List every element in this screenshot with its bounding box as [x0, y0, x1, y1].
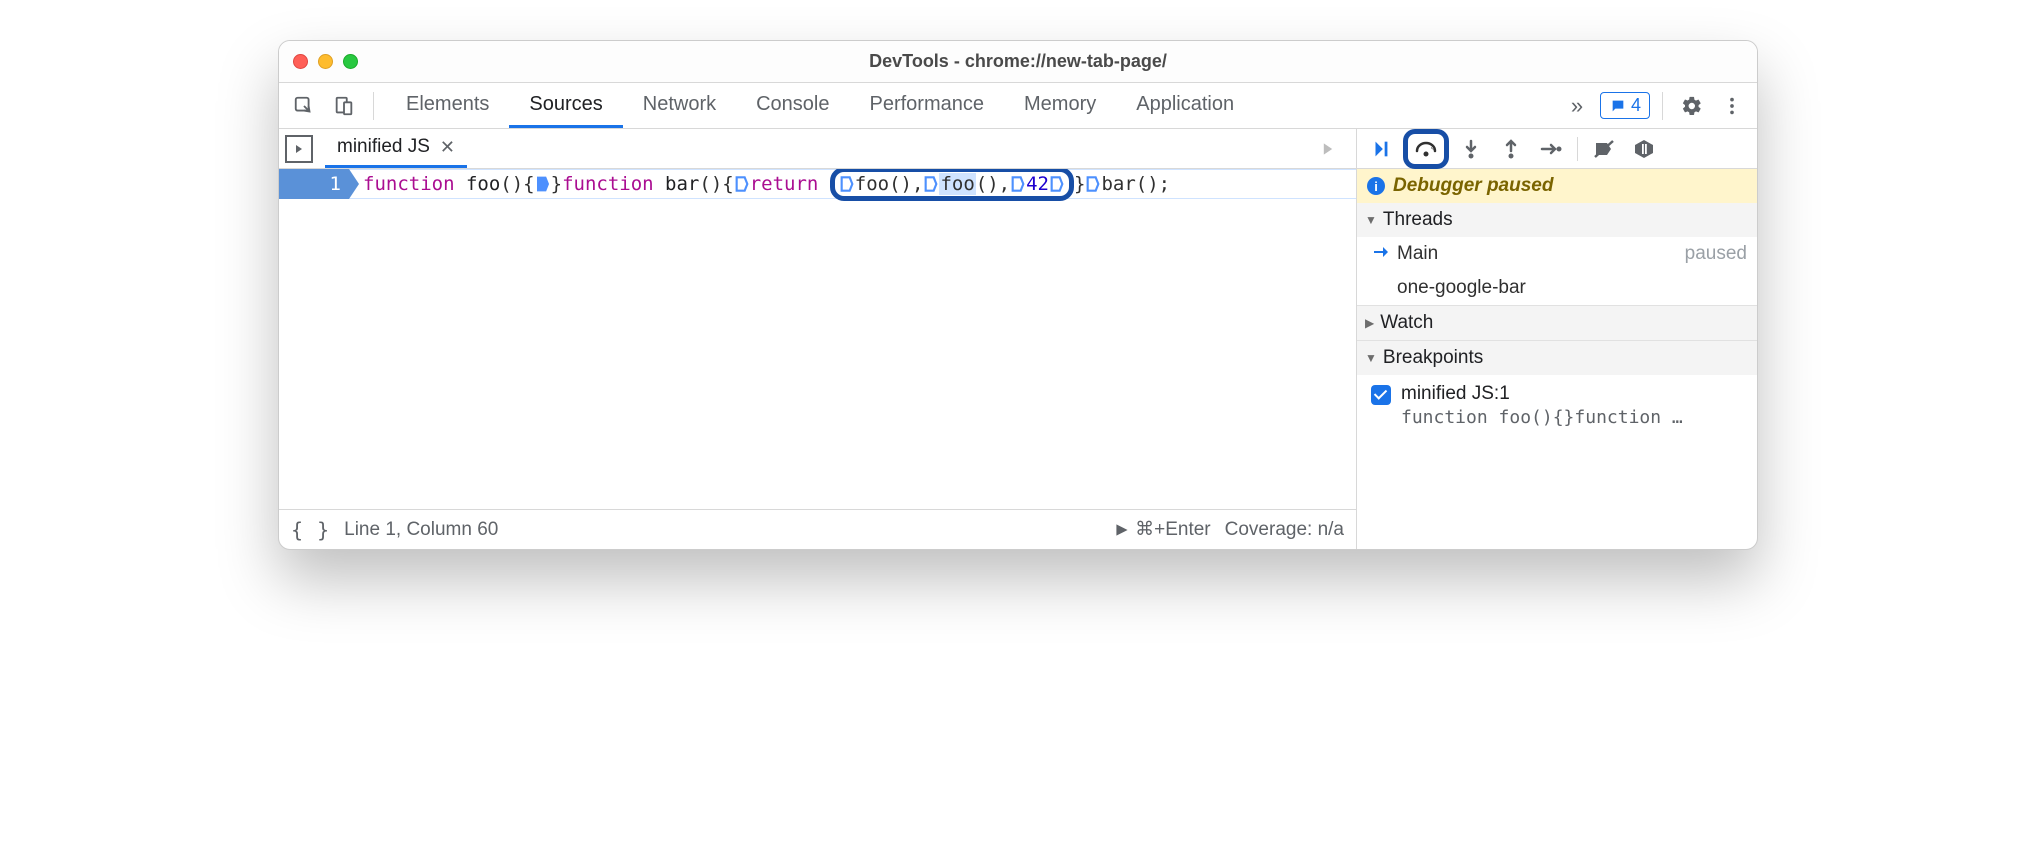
chevron-right-icon: ▶ — [1365, 316, 1374, 330]
navigator-toggle-icon[interactable] — [285, 135, 313, 163]
paused-message: Debugger paused — [1393, 175, 1553, 197]
zoom-window-button[interactable] — [343, 54, 358, 69]
coverage-status: Coverage: n/a — [1225, 519, 1344, 541]
tab-memory[interactable]: Memory — [1004, 83, 1116, 128]
keyword-function: function — [562, 173, 654, 195]
debugger-panel: i Debugger paused ▼ Threads Main paused — [1357, 129, 1757, 549]
tab-elements[interactable]: Elements — [386, 83, 509, 128]
settings-icon[interactable] — [1675, 89, 1709, 123]
tab-console[interactable]: Console — [736, 83, 849, 128]
tab-network[interactable]: Network — [623, 83, 736, 128]
step-marker-icon — [536, 176, 550, 192]
watch-header[interactable]: ▶ Watch — [1357, 306, 1757, 340]
step-marker-icon — [735, 176, 749, 192]
step-marker-icon — [840, 176, 854, 192]
step-marker-icon — [1086, 176, 1100, 192]
debugger-paused-banner: i Debugger paused — [1357, 169, 1757, 203]
threads-section: ▼ Threads Main paused one-google-bar — [1357, 203, 1757, 306]
step-over-button[interactable] — [1403, 129, 1449, 169]
watch-section: ▶ Watch — [1357, 306, 1757, 341]
minimize-window-button[interactable] — [318, 54, 333, 69]
keyword-function: function — [363, 173, 455, 195]
sources-panel: minified JS ✕ 1 function foo(){}function… — [279, 129, 1357, 549]
code-content[interactable]: function foo(){}function bar(){return fo… — [349, 169, 1356, 199]
active-thread-icon — [1373, 243, 1391, 265]
window-title: DevTools - chrome://new-tab-page/ — [279, 51, 1757, 72]
tab-performance[interactable]: Performance — [850, 83, 1005, 128]
messages-count: 4 — [1631, 95, 1641, 116]
chevron-down-icon: ▼ — [1365, 213, 1377, 227]
return-expression-highlight: foo(),foo(),42 — [830, 169, 1074, 201]
more-tabs-icon[interactable]: » — [1560, 89, 1594, 123]
thread-one-google-bar[interactable]: one-google-bar — [1357, 271, 1757, 305]
traffic-lights — [293, 54, 358, 69]
kebab-icon[interactable] — [1715, 89, 1749, 123]
step-marker-icon — [924, 176, 938, 192]
close-icon[interactable]: ✕ — [440, 137, 455, 158]
step-marker-icon — [1050, 176, 1064, 192]
console-messages-badge[interactable]: 4 — [1600, 92, 1650, 119]
divider — [373, 92, 374, 120]
pretty-print-button[interactable]: { } — [291, 518, 330, 542]
step-into-button[interactable] — [1453, 133, 1489, 165]
divider — [1662, 92, 1663, 120]
close-window-button[interactable] — [293, 54, 308, 69]
threads-header[interactable]: ▼ Threads — [1357, 203, 1757, 237]
chevron-down-icon: ▼ — [1365, 351, 1377, 365]
breakpoints-header[interactable]: ▼ Breakpoints — [1357, 341, 1757, 375]
breakpoint-label: minified JS:1 — [1401, 383, 1683, 405]
device-toggle-icon[interactable] — [327, 89, 361, 123]
thread-main[interactable]: Main paused — [1357, 237, 1757, 271]
step-marker-icon — [1011, 176, 1025, 192]
divider — [1577, 137, 1578, 161]
breakpoints-section: ▼ Breakpoints minified JS:1 function foo… — [1357, 341, 1757, 436]
inspect-icon[interactable] — [287, 89, 321, 123]
fn-name: bar — [665, 173, 699, 195]
tab-sources[interactable]: Sources — [509, 83, 622, 128]
fn-name: foo — [466, 173, 500, 195]
step-button[interactable] — [1533, 133, 1569, 165]
breakpoint-checkbox[interactable] — [1371, 385, 1391, 405]
content-area: minified JS ✕ 1 function foo(){}function… — [279, 129, 1757, 549]
current-call-highlight: foo — [939, 173, 975, 195]
file-tabs-row: minified JS ✕ — [279, 129, 1356, 169]
cursor-position: Line 1, Column 60 — [344, 519, 498, 541]
number-literal: 42 — [1026, 173, 1049, 195]
editor-status-bar: { } Line 1, Column 60 ⌘+Enter Coverage: … — [279, 509, 1356, 549]
breakpoint-item[interactable]: minified JS:1 function foo(){}function … — [1357, 375, 1757, 436]
more-file-options-icon[interactable] — [1314, 135, 1342, 163]
play-icon — [1115, 523, 1129, 537]
code-editor[interactable]: 1 function foo(){}function bar(){return … — [279, 169, 1356, 509]
titlebar: DevTools - chrome://new-tab-page/ — [279, 41, 1757, 83]
devtools-window: DevTools - chrome://new-tab-page/ Elemen… — [278, 40, 1758, 550]
breakpoint-code-preview: function foo(){}function … — [1401, 407, 1683, 428]
resume-button[interactable] — [1363, 133, 1399, 165]
debugger-toolbar — [1357, 129, 1757, 169]
main-toolbar: Elements Sources Network Console Perform… — [279, 83, 1757, 129]
step-out-button[interactable] — [1493, 133, 1529, 165]
info-icon: i — [1367, 177, 1385, 195]
run-snippet-button[interactable]: ⌘+Enter — [1115, 518, 1211, 541]
line-number[interactable]: 1 — [279, 169, 349, 199]
message-icon — [1609, 98, 1627, 114]
tab-application[interactable]: Application — [1116, 83, 1254, 128]
file-tab-label: minified JS — [337, 136, 430, 158]
keyword-return: return — [750, 173, 819, 195]
pause-on-exceptions-button[interactable] — [1626, 133, 1662, 165]
file-tab-minified-js[interactable]: minified JS ✕ — [325, 129, 467, 168]
code-line-1: 1 function foo(){}function bar(){return … — [279, 169, 1356, 199]
panel-tabs: Elements Sources Network Console Perform… — [386, 83, 1254, 128]
deactivate-breakpoints-button[interactable] — [1586, 133, 1622, 165]
thread-state: paused — [1685, 243, 1747, 265]
